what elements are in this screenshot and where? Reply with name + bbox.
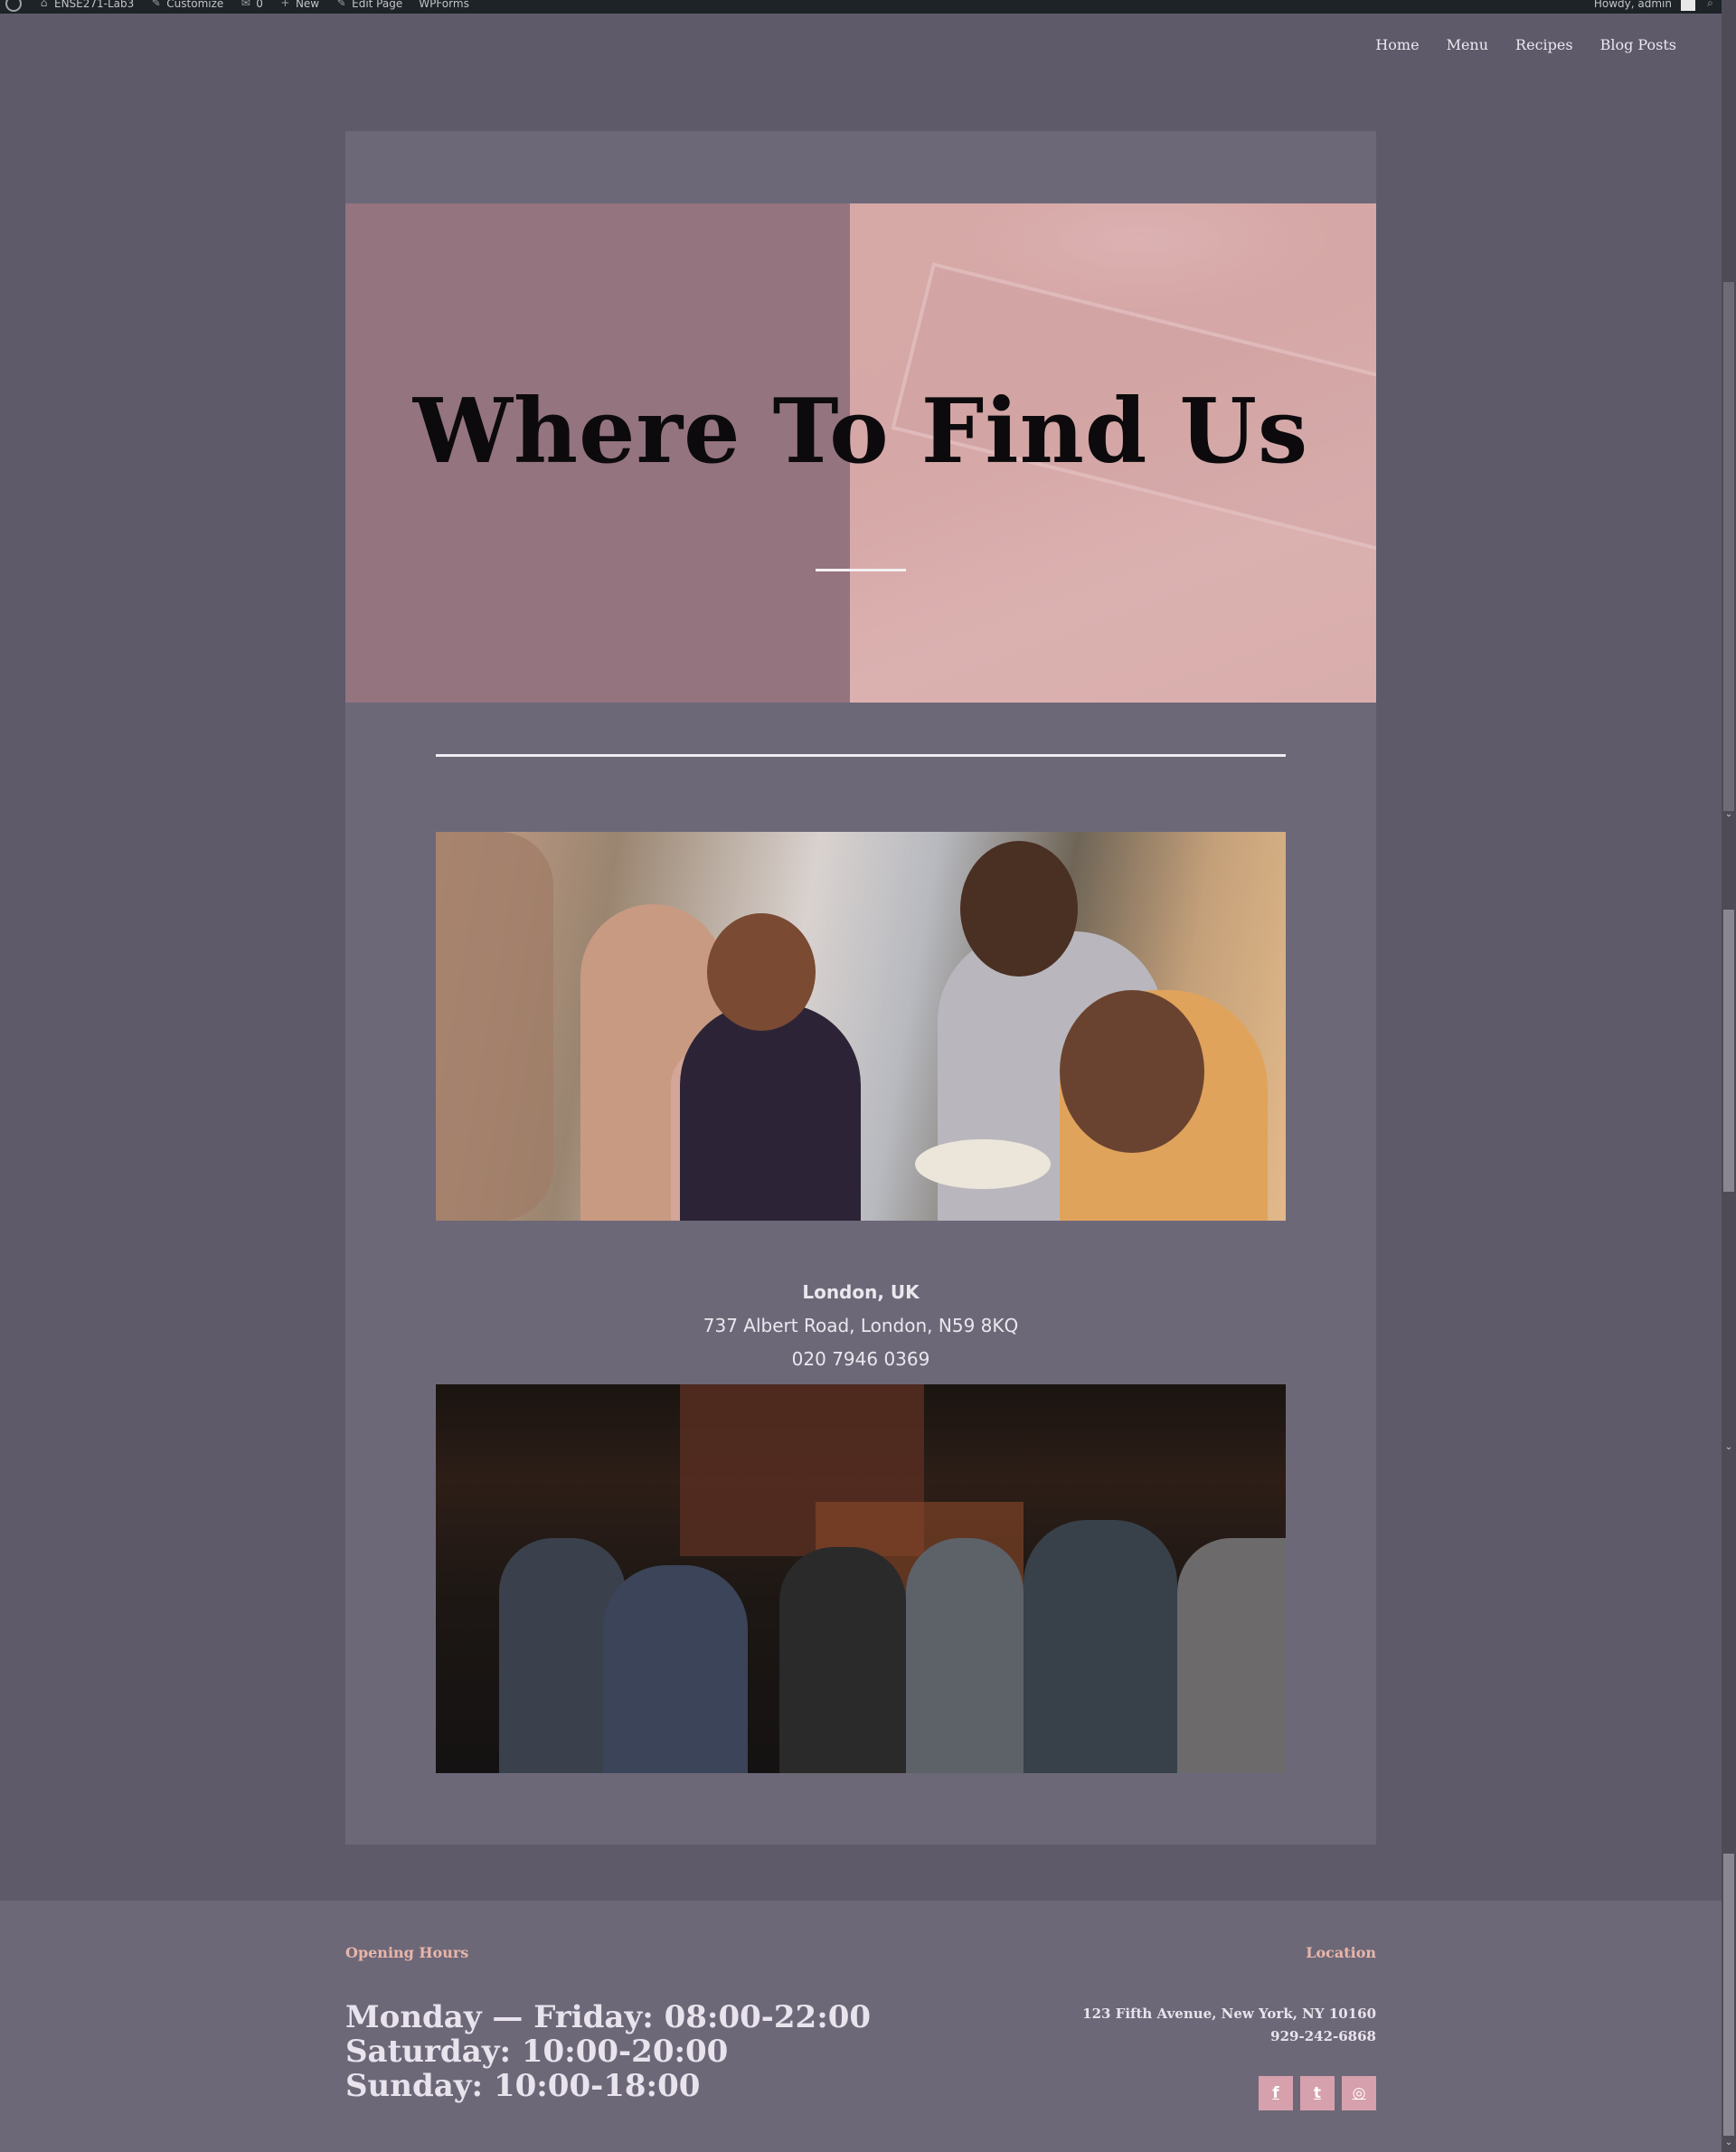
nav-item-recipes[interactable]: Recipes bbox=[1515, 36, 1573, 53]
photo-shape bbox=[680, 1004, 861, 1221]
chevron-down-icon[interactable]: ⌄ bbox=[1722, 807, 1736, 822]
hours-saturday: Saturday: 10:00-20:00 bbox=[345, 2034, 729, 2070]
facebook-icon[interactable]: f bbox=[1259, 2076, 1293, 2110]
nav-item-menu[interactable]: Menu bbox=[1447, 36, 1488, 53]
wpforms-link[interactable]: WPForms bbox=[419, 0, 469, 9]
photo-shape bbox=[436, 832, 553, 1221]
nav-item-home[interactable]: Home bbox=[1375, 36, 1419, 53]
photo-shape bbox=[960, 841, 1078, 977]
location-phone: 020 7946 0369 bbox=[791, 1348, 930, 1370]
page-title: Where To Find Us bbox=[412, 380, 1309, 484]
title-underline bbox=[816, 569, 906, 571]
section-divider bbox=[436, 754, 1286, 757]
photo-shape bbox=[906, 1538, 1024, 1773]
chevron-down-icon[interactable]: ⌄ bbox=[1722, 1440, 1736, 1455]
comment-icon: ✉ bbox=[241, 0, 250, 9]
account-menu[interactable]: Howdy, admin bbox=[1594, 0, 1672, 10]
primary-nav: Home Menu Recipes Blog Posts bbox=[1375, 36, 1676, 53]
social-links: f t ◎ bbox=[1259, 2076, 1376, 2110]
location-heading: Location bbox=[1306, 1944, 1376, 1961]
brush-icon: ✎ bbox=[151, 0, 161, 9]
photo-shape bbox=[603, 1565, 748, 1773]
location-name: London, UK bbox=[802, 1281, 920, 1303]
photo-shape bbox=[1024, 1520, 1177, 1773]
photo-shape bbox=[1177, 1538, 1286, 1773]
photo-shape bbox=[915, 1139, 1051, 1189]
opening-hours-list: Monday — Friday: 08:00-22:00 Saturday: 1… bbox=[345, 2000, 871, 2103]
customize-link[interactable]: ✎ Customize bbox=[150, 0, 224, 9]
scrollbar-thumb[interactable] bbox=[1723, 282, 1734, 811]
footer-address: 123 Fifth Avenue, New York, NY 10160 bbox=[1082, 2006, 1376, 2022]
opening-hours-heading: Opening Hours bbox=[345, 1944, 469, 1961]
bar-photo bbox=[436, 1384, 1286, 1773]
scrollbar-thumb[interactable] bbox=[1723, 910, 1734, 1192]
hours-sunday: Sunday: 10:00-18:00 bbox=[345, 2068, 701, 2104]
chevron-down-icon[interactable]: ⌄ bbox=[1722, 2136, 1736, 2150]
nav-item-blog-posts[interactable]: Blog Posts bbox=[1600, 36, 1676, 53]
footer-phone: 929-242-6868 bbox=[1270, 2028, 1376, 2044]
photo-shape bbox=[779, 1547, 906, 1773]
photo-shape bbox=[707, 913, 816, 1031]
admin-bar: ⌂ ENSE271-Lab3 ✎ Customize ✉ 0 + New ✎ Edit P… bbox=[0, 0, 1722, 14]
scrollbar-thumb[interactable] bbox=[1723, 1854, 1734, 2136]
avatar[interactable] bbox=[1681, 0, 1695, 11]
twitter-icon[interactable]: t bbox=[1300, 2076, 1335, 2110]
scrollbar[interactable]: ⌄ ⌄ ⌄ bbox=[1722, 0, 1736, 2152]
restaurant-photo bbox=[436, 832, 1286, 1221]
plus-icon: + bbox=[280, 0, 290, 9]
wordpress-icon bbox=[5, 0, 22, 12]
pencil-icon: ✎ bbox=[336, 0, 346, 9]
wordpress-logo[interactable] bbox=[5, 0, 22, 12]
edit-page-link[interactable]: ✎ Edit Page bbox=[335, 0, 403, 9]
instagram-icon[interactable]: ◎ bbox=[1342, 2076, 1376, 2110]
new-content-link[interactable]: + New bbox=[279, 0, 319, 9]
photo-shape bbox=[1060, 990, 1204, 1153]
site-name-link[interactable]: ⌂ ENSE271-Lab3 bbox=[38, 0, 135, 9]
hours-weekdays: Monday — Friday: 08:00-22:00 bbox=[345, 1999, 872, 2035]
hero-banner: Where To Find Us bbox=[345, 203, 1376, 703]
location-address: 737 Albert Road, London, N59 8KQ bbox=[703, 1315, 1019, 1336]
site-footer: Opening Hours Monday — Friday: 08:00-22:… bbox=[0, 1901, 1722, 2152]
comments-link[interactable]: ✉ 0 bbox=[240, 0, 263, 9]
home-icon: ⌂ bbox=[40, 0, 48, 9]
content-card: Where To Find Us London, UK 737 Albert R… bbox=[345, 131, 1376, 1845]
search-icon[interactable]: ⌕ bbox=[1704, 0, 1716, 9]
